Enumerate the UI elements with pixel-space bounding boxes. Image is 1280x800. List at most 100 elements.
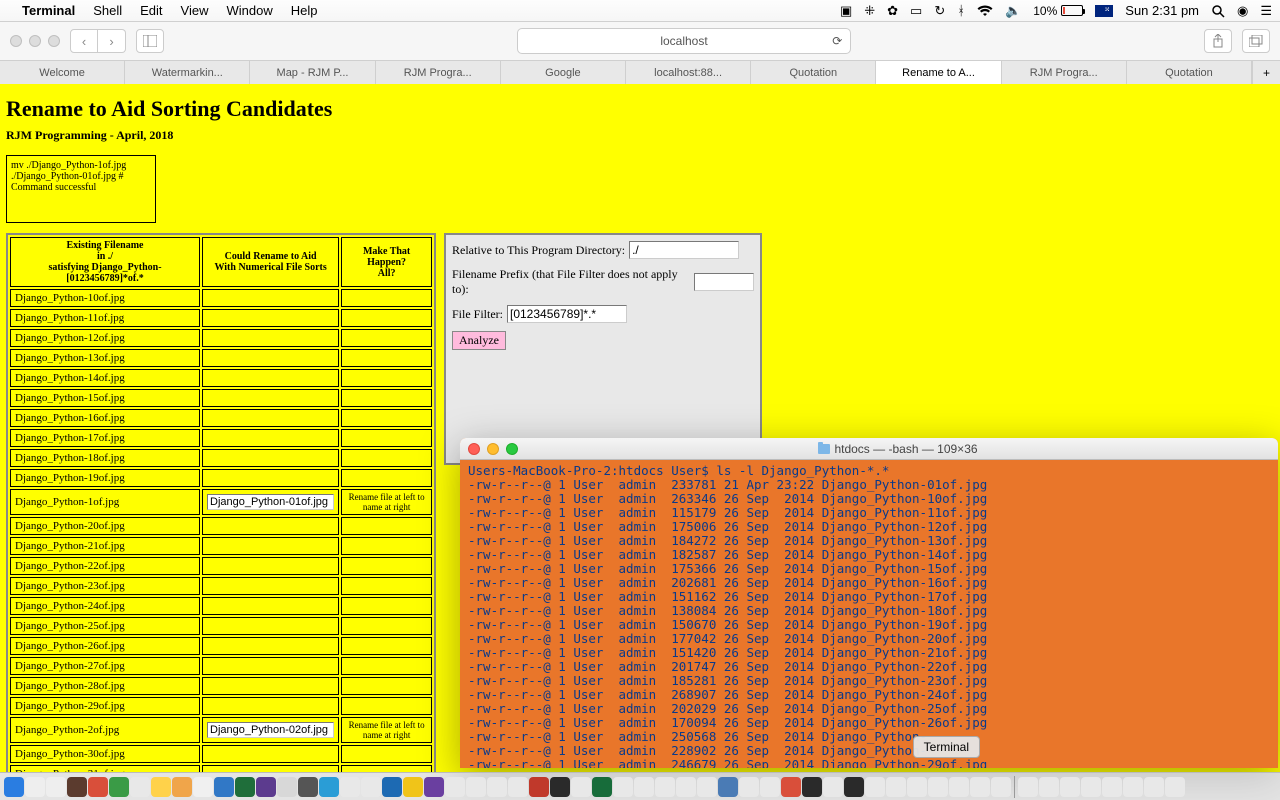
browser-tab[interactable]: Rename to A... (876, 61, 1001, 84)
tabs-button[interactable] (1242, 29, 1270, 53)
dock-app[interactable] (907, 777, 927, 797)
dock-app[interactable] (844, 777, 864, 797)
hint-cell[interactable]: Rename file at left to name at right (341, 489, 432, 515)
dock-app[interactable] (1018, 777, 1038, 797)
dock-app[interactable] (25, 777, 45, 797)
analyze-button[interactable]: Analyze (452, 331, 506, 350)
dock-app[interactable] (466, 777, 486, 797)
zoom-button[interactable] (48, 35, 60, 47)
dock-app[interactable] (886, 777, 906, 797)
dock-app[interactable] (718, 777, 738, 797)
address-bar[interactable]: localhost ⟳ (517, 28, 852, 54)
browser-tab[interactable]: Watermarkin... (125, 61, 250, 84)
dock-app[interactable] (655, 777, 675, 797)
browser-tab[interactable]: Welcome (0, 61, 125, 84)
dock-app[interactable] (319, 777, 339, 797)
dock-app[interactable] (67, 777, 87, 797)
dock-app[interactable] (487, 777, 507, 797)
dock-app[interactable] (676, 777, 696, 797)
bluetooth-icon[interactable]: ᚼ (957, 3, 965, 18)
browser-tab[interactable]: RJM Progra... (376, 61, 501, 84)
minimize-button[interactable] (487, 443, 499, 455)
minimize-button[interactable] (29, 35, 41, 47)
dock-app[interactable] (949, 777, 969, 797)
dock-app[interactable] (823, 777, 843, 797)
terminal-titlebar[interactable]: htdocs — -bash — 109×36 (460, 438, 1278, 460)
dock-app[interactable] (1123, 777, 1143, 797)
dock-app[interactable] (277, 777, 297, 797)
dock-app[interactable] (1144, 777, 1164, 797)
back-button[interactable]: ‹ (70, 29, 98, 53)
dock-app[interactable] (928, 777, 948, 797)
sidebar-button[interactable] (136, 29, 164, 53)
forward-button[interactable]: › (98, 29, 126, 53)
dock-app[interactable] (151, 777, 171, 797)
dock-app[interactable] (4, 777, 24, 797)
browser-tab[interactable]: Google (501, 61, 626, 84)
dock-app[interactable] (1081, 777, 1101, 797)
share-button[interactable] (1204, 29, 1232, 53)
dock-app[interactable] (256, 777, 276, 797)
dock-app[interactable] (760, 777, 780, 797)
dock-app[interactable] (193, 777, 213, 797)
dock-app[interactable] (508, 777, 528, 797)
browser-tab[interactable]: Quotation (1127, 61, 1252, 84)
menu-window[interactable]: Window (227, 3, 273, 18)
input-flag-icon[interactable] (1095, 5, 1113, 17)
terminal-window[interactable]: htdocs — -bash — 109×36 Users-MacBook-Pr… (460, 438, 1278, 768)
new-tab-button[interactable]: + (1252, 61, 1280, 84)
notification-icon[interactable]: ☰ (1260, 3, 1272, 19)
dock-app[interactable] (991, 777, 1011, 797)
status-icon[interactable]: ⁜ (864, 3, 875, 19)
browser-tab[interactable]: Map - RJM P... (250, 61, 375, 84)
dock-app[interactable] (1060, 777, 1080, 797)
airplay-icon[interactable]: ▭ (910, 3, 922, 19)
dock-app[interactable] (865, 777, 885, 797)
dock-app[interactable] (130, 777, 150, 797)
dock-app[interactable] (1165, 777, 1185, 797)
dock-app[interactable] (802, 777, 822, 797)
dock-app[interactable] (298, 777, 318, 797)
timemachine-icon[interactable]: ↻ (934, 3, 945, 19)
dock-app[interactable] (214, 777, 234, 797)
relative-input[interactable] (629, 241, 739, 259)
status-icon[interactable]: ✿ (887, 3, 898, 19)
terminal-body[interactable]: Users-MacBook-Pro-2:htdocs User$ ls -l D… (460, 460, 1278, 768)
dock-app[interactable] (340, 777, 360, 797)
dock-app[interactable] (550, 777, 570, 797)
dock-app[interactable] (235, 777, 255, 797)
dock-app[interactable] (382, 777, 402, 797)
zoom-button[interactable] (506, 443, 518, 455)
reload-icon[interactable]: ⟳ (832, 34, 842, 48)
dock-app[interactable] (172, 777, 192, 797)
browser-tab[interactable]: Quotation (751, 61, 876, 84)
close-button[interactable] (468, 443, 480, 455)
dock-app[interactable] (571, 777, 591, 797)
hint-cell[interactable]: Rename file at left to name at right (341, 717, 432, 743)
dock-app[interactable] (697, 777, 717, 797)
dock-app[interactable] (634, 777, 654, 797)
dock-app[interactable] (424, 777, 444, 797)
status-icon[interactable]: ▣ (840, 3, 852, 19)
dock-app[interactable] (529, 777, 549, 797)
menu-edit[interactable]: Edit (140, 3, 162, 18)
battery-status[interactable]: 10% (1033, 4, 1083, 18)
dock-app[interactable] (88, 777, 108, 797)
dock-app[interactable] (739, 777, 759, 797)
spotlight-icon[interactable] (1211, 4, 1225, 18)
filter-input[interactable] (507, 305, 627, 323)
volume-icon[interactable]: 🔈 (1005, 3, 1021, 19)
clock[interactable]: Sun 2:31 pm (1125, 3, 1199, 18)
prefix-input[interactable] (694, 273, 754, 291)
menu-help[interactable]: Help (291, 3, 318, 18)
browser-tab[interactable]: RJM Progra... (1002, 61, 1127, 84)
siri-icon[interactable]: ◉ (1237, 3, 1248, 19)
close-button[interactable] (10, 35, 22, 47)
dock-app[interactable] (613, 777, 633, 797)
rename-input[interactable] (207, 722, 334, 738)
dock-app[interactable] (445, 777, 465, 797)
browser-tab[interactable]: localhost:88... (626, 61, 751, 84)
dock-app[interactable] (1039, 777, 1059, 797)
menu-view[interactable]: View (181, 3, 209, 18)
dock-app[interactable] (109, 777, 129, 797)
